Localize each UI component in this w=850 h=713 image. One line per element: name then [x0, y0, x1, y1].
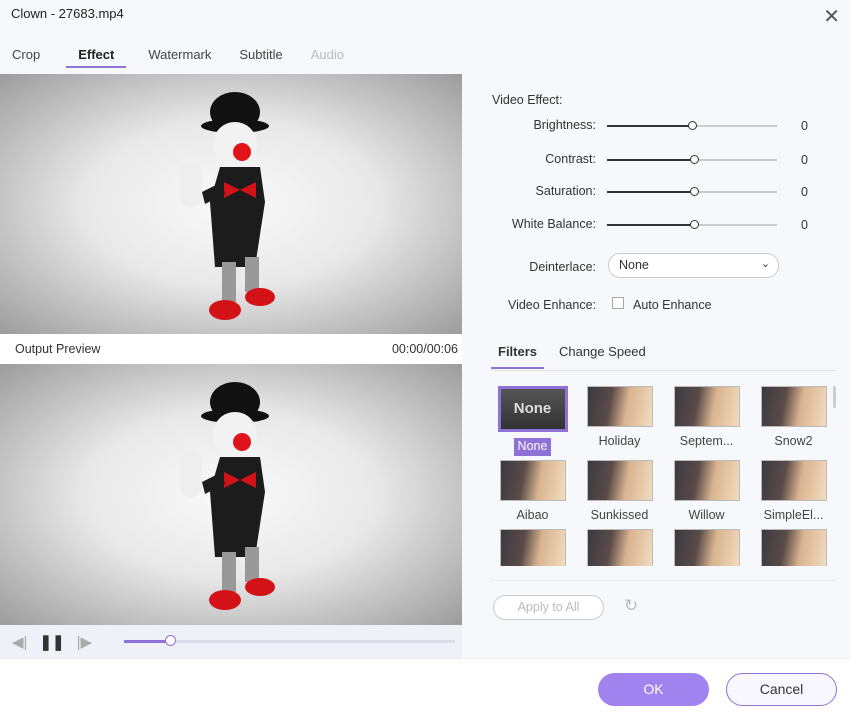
filter-thumbnail[interactable]	[673, 529, 740, 566]
filter-item[interactable]: Willow	[663, 460, 750, 525]
slider-value: 0	[801, 218, 808, 232]
filter-thumbnail[interactable]	[586, 460, 653, 501]
slider-thumb[interactable]	[689, 220, 699, 229]
slider-label: Brightness:	[533, 118, 596, 132]
clown-image	[180, 382, 275, 610]
next-frame-icon[interactable]: |▶	[77, 633, 92, 651]
original-video-preview	[0, 74, 462, 334]
filter-item[interactable]: Holiday	[576, 386, 663, 456]
filter-name: Sunkissed	[590, 508, 649, 522]
slider-value: 0	[801, 119, 808, 133]
filter-scrollbar[interactable]	[833, 386, 836, 408]
video-enhance-label: Video Enhance:	[507, 298, 596, 312]
previous-frame-icon[interactable]: ◀|	[12, 633, 27, 651]
cancel-button[interactable]: Cancel	[726, 673, 837, 706]
filter-thumbnail[interactable]	[499, 529, 566, 566]
filter-name: Aibao	[516, 508, 549, 522]
divider	[491, 370, 836, 371]
effect-slider[interactable]	[607, 187, 777, 196]
slider-value: 0	[801, 185, 808, 199]
output-video-preview	[0, 364, 462, 625]
slider-fill	[607, 125, 692, 127]
auto-enhance-checkbox[interactable]	[612, 297, 624, 309]
tab-subtitle[interactable]: Subtitle	[227, 46, 294, 68]
filter-item[interactable]: Aibao	[489, 460, 576, 525]
filter-item[interactable]: Sunkissed	[576, 460, 663, 525]
video-effect-heading: Video Effect:	[492, 93, 563, 107]
progress-fill	[124, 640, 171, 643]
slider-label: White Balance:	[511, 217, 596, 231]
filter-name: None	[513, 438, 552, 456]
effect-slider[interactable]	[607, 220, 777, 229]
tab-watermark[interactable]: Watermark	[136, 46, 223, 68]
slider-label: Saturation:	[535, 184, 596, 198]
deinterlace-label: Deinterlace:	[529, 260, 596, 274]
filter-name: Septem...	[679, 434, 734, 448]
filter-item[interactable]	[663, 529, 750, 566]
effect-slider[interactable]	[607, 155, 777, 164]
filter-name: Willow	[688, 508, 725, 522]
filter-name: Holiday	[598, 434, 641, 448]
ok-button[interactable]: OK	[598, 673, 709, 706]
filter-thumbnail[interactable]	[586, 529, 653, 566]
slider-thumb[interactable]	[688, 121, 697, 130]
slider-fill	[607, 224, 694, 226]
slider-thumb[interactable]	[689, 187, 699, 196]
filter-name: Snow2	[774, 434, 813, 448]
filter-thumbnail[interactable]	[673, 386, 740, 427]
playback-controls: ◀| ❚❚ |▶	[0, 625, 462, 658]
filter-thumbnail[interactable]	[760, 460, 827, 501]
pause-icon[interactable]: ❚❚	[39, 633, 64, 651]
filter-item[interactable]	[489, 529, 576, 566]
progress-thumb[interactable]	[165, 635, 177, 646]
deinterlace-value: None	[619, 258, 649, 272]
filter-item[interactable]	[576, 529, 663, 566]
effect-slider[interactable]	[607, 121, 777, 130]
tab-crop[interactable]: Crop	[0, 46, 52, 68]
filter-thumbnail[interactable]	[760, 529, 827, 566]
apply-to-all-button[interactable]: Apply to All	[493, 595, 604, 620]
reset-icon[interactable]: ↻	[624, 596, 638, 616]
tab-audio: Audio	[310, 47, 345, 62]
chevron-down-icon: ⌄	[760, 258, 770, 270]
filter-item[interactable]	[750, 529, 829, 566]
clown-image	[180, 92, 275, 320]
filter-thumbnail[interactable]	[760, 386, 827, 427]
slider-value: 0	[801, 153, 808, 167]
divider	[491, 580, 836, 581]
output-preview-label: Output Preview	[15, 342, 101, 356]
tab-filters[interactable]: Filters	[491, 342, 545, 369]
slider-fill	[607, 159, 694, 161]
footer: OK Cancel	[0, 658, 850, 713]
filter-item[interactable]: Snow2	[750, 386, 829, 456]
time-display: 00:00/00:06	[391, 342, 458, 356]
slider-fill	[607, 191, 694, 193]
tab-change-speed[interactable]: Change Speed	[552, 342, 653, 369]
tab-effect[interactable]: Effect	[66, 46, 127, 68]
tab-bar: Crop Effect Watermark Subtitle Audio	[0, 46, 360, 68]
filter-name: SimpleEl...	[763, 508, 824, 522]
deinterlace-select[interactable]: None ⌄	[608, 253, 779, 278]
auto-enhance-label[interactable]: Auto Enhance	[633, 298, 712, 312]
filter-item[interactable]: SimpleEl...	[750, 460, 829, 525]
filter-thumbnail[interactable]	[499, 460, 566, 501]
close-icon[interactable]: ✕	[823, 4, 840, 29]
filter-item[interactable]: None None	[489, 386, 576, 456]
filter-thumbnail[interactable]: None	[497, 386, 568, 432]
output-preview-bar: Output Preview 00:00/00:06	[0, 334, 462, 364]
filter-thumbnail[interactable]	[673, 460, 740, 501]
slider-label: Contrast:	[545, 152, 596, 166]
playback-progress-slider[interactable]	[124, 635, 455, 646]
slider-thumb[interactable]	[689, 155, 699, 164]
filter-thumbnail[interactable]	[586, 386, 653, 427]
filter-item[interactable]: Septem...	[663, 386, 750, 456]
window-title: Clown - 27683.mp4	[11, 6, 124, 21]
filter-grid: None None Holiday Septem... Snow2 Aibao …	[489, 386, 829, 566]
